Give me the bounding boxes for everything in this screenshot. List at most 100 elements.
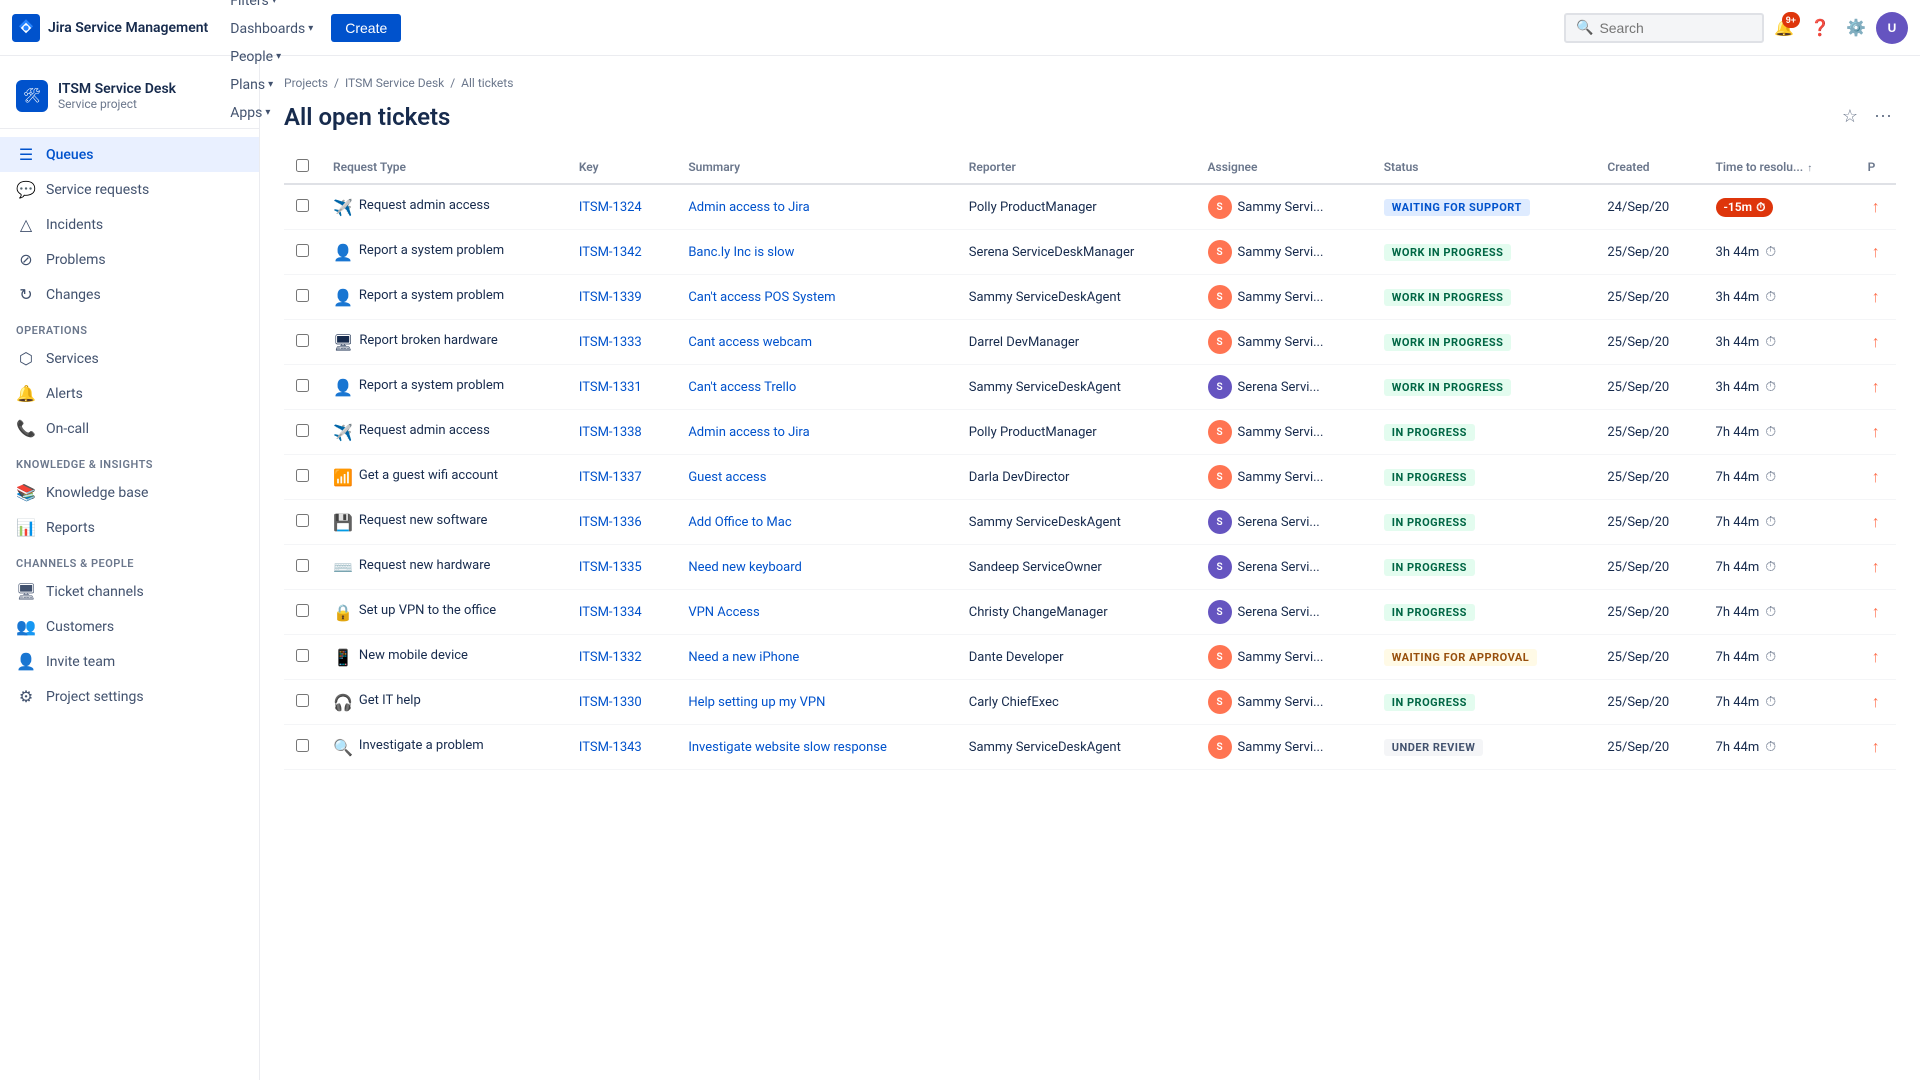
- table-row[interactable]: 🔍Investigate a problemITSM-1343Investiga…: [284, 725, 1896, 770]
- topnav-link-plans[interactable]: Plans▾: [220, 71, 323, 99]
- ticket-summary[interactable]: Can't access Trello: [688, 380, 796, 395]
- create-button[interactable]: Create: [331, 14, 401, 42]
- star-button[interactable]: ☆: [1838, 102, 1862, 131]
- user-avatar[interactable]: U: [1876, 12, 1908, 44]
- ticket-summary[interactable]: Guest access: [688, 470, 766, 485]
- row-checkbox[interactable]: [296, 379, 309, 392]
- row-checkbox[interactable]: [296, 604, 309, 617]
- row-checkbox[interactable]: [296, 289, 309, 302]
- request-type-icon: 💾: [333, 513, 353, 532]
- app-logo[interactable]: Jira Service Management: [12, 14, 208, 42]
- priority-cell: ↑: [1856, 635, 1896, 680]
- table-row[interactable]: 🖥Report broken hardwareITSM-1333Cant acc…: [284, 320, 1896, 365]
- sidebar-item-changes[interactable]: ↻Changes: [0, 277, 259, 312]
- sidebar-item-problems[interactable]: ⊘Problems: [0, 242, 259, 277]
- priority-high-icon: ↑: [1872, 377, 1880, 396]
- ticket-summary[interactable]: Admin access to Jira: [688, 200, 809, 215]
- row-checkbox[interactable]: [296, 199, 309, 212]
- priority-high-icon: ↑: [1872, 737, 1880, 756]
- ticket-key[interactable]: ITSM-1343: [579, 740, 642, 755]
- assignee-cell: SSammy Servi...: [1196, 275, 1372, 320]
- table-col-time-to-resolu-[interactable]: Time to resolu...↑: [1704, 151, 1856, 184]
- topnav-link-filters[interactable]: Filters▾: [220, 0, 323, 15]
- table-row[interactable]: 🔒Set up VPN to the officeITSM-1334VPN Ac…: [284, 590, 1896, 635]
- ticket-key[interactable]: ITSM-1335: [579, 560, 642, 575]
- breadcrumb-link[interactable]: ITSM Service Desk: [345, 76, 444, 90]
- ticket-summary[interactable]: Need a new iPhone: [688, 650, 799, 665]
- topnav-links: Your workProjects▾Filters▾Dashboards▾Peo…: [220, 0, 323, 127]
- row-checkbox[interactable]: [296, 559, 309, 572]
- sidebar-item-queues[interactable]: ☰Queues: [0, 137, 259, 172]
- assignee-cell: SSammy Servi...: [1196, 320, 1372, 365]
- sidebar-item-incidents[interactable]: △Incidents: [0, 207, 259, 242]
- ticket-summary[interactable]: Help setting up my VPN: [688, 695, 825, 710]
- chevron-down-icon: ▾: [308, 23, 313, 34]
- row-checkbox[interactable]: [296, 514, 309, 527]
- row-checkbox[interactable]: [296, 694, 309, 707]
- sidebar-item-services[interactable]: ⬡Services: [0, 341, 259, 376]
- sidebar-item-on-call[interactable]: 📞On-call: [0, 411, 259, 446]
- ticket-summary[interactable]: Admin access to Jira: [688, 425, 809, 440]
- sidebar-item-knowledge-base[interactable]: 📚Knowledge base: [0, 475, 259, 510]
- table-row[interactable]: ✈️Request admin accessITSM-1338Admin acc…: [284, 410, 1896, 455]
- more-options-button[interactable]: ⋯: [1870, 102, 1896, 131]
- sidebar-item-customers[interactable]: 👥Customers: [0, 609, 259, 644]
- table-row[interactable]: ✈️Request admin accessITSM-1324Admin acc…: [284, 184, 1896, 230]
- sidebar-item-service-requests[interactable]: 💬Service requests: [0, 172, 259, 207]
- request-type-icon: ✈️: [333, 198, 353, 217]
- row-checkbox[interactable]: [296, 244, 309, 257]
- select-all-checkbox[interactable]: [296, 159, 309, 172]
- ticket-summary[interactable]: Can't access POS System: [688, 290, 835, 305]
- sidebar-item-reports[interactable]: 📊Reports: [0, 510, 259, 545]
- ticket-key[interactable]: ITSM-1334: [579, 605, 642, 620]
- table-row[interactable]: 📶Get a guest wifi accountITSM-1337Guest …: [284, 455, 1896, 500]
- search-input[interactable]: [1599, 20, 1752, 36]
- clock-icon: ⏱: [1765, 739, 1776, 755]
- ticket-summary[interactable]: Cant access webcam: [688, 335, 812, 350]
- topnav-link-dashboards[interactable]: Dashboards▾: [220, 15, 323, 43]
- notifications-button[interactable]: 🔔 9+: [1768, 12, 1800, 44]
- ticket-key[interactable]: ITSM-1331: [579, 380, 642, 395]
- table-row[interactable]: 👤Report a system problemITSM-1342Banc.ly…: [284, 230, 1896, 275]
- table-row[interactable]: 🎧Get IT helpITSM-1330Help setting up my …: [284, 680, 1896, 725]
- search-box[interactable]: 🔍: [1564, 13, 1764, 43]
- status-cell: IN PROGRESS: [1372, 500, 1596, 545]
- table-row[interactable]: 👤Report a system problemITSM-1339Can't a…: [284, 275, 1896, 320]
- ticket-summary[interactable]: Add Office to Mac: [688, 515, 791, 530]
- row-checkbox[interactable]: [296, 469, 309, 482]
- settings-button[interactable]: ⚙️: [1840, 12, 1872, 44]
- sidebar-item-alerts[interactable]: 🔔Alerts: [0, 376, 259, 411]
- ticket-summary[interactable]: Banc.ly Inc is slow: [688, 245, 794, 260]
- table-row[interactable]: 📱New mobile deviceITSM-1332Need a new iP…: [284, 635, 1896, 680]
- table-row[interactable]: ⌨️Request new hardwareITSM-1335Need new …: [284, 545, 1896, 590]
- help-button[interactable]: ❓: [1804, 12, 1836, 44]
- sidebar-section-knowledge-&-insights: KNOWLEDGE & INSIGHTS: [0, 446, 259, 475]
- topnav-link-apps[interactable]: Apps▾: [220, 99, 323, 127]
- ticket-key[interactable]: ITSM-1342: [579, 245, 642, 260]
- ticket-summary[interactable]: Investigate website slow response: [688, 740, 887, 755]
- table-row[interactable]: 👤Report a system problemITSM-1331Can't a…: [284, 365, 1896, 410]
- reporter-cell: Carly ChiefExec: [957, 680, 1196, 725]
- row-checkbox[interactable]: [296, 334, 309, 347]
- row-checkbox[interactable]: [296, 649, 309, 662]
- ticket-key[interactable]: ITSM-1333: [579, 335, 642, 350]
- topnav-link-people[interactable]: People▾: [220, 43, 323, 71]
- reporter-cell: Dante Developer: [957, 635, 1196, 680]
- ticket-key[interactable]: ITSM-1337: [579, 470, 642, 485]
- sidebar-item-invite-team[interactable]: 👤Invite team: [0, 644, 259, 679]
- ticket-key[interactable]: ITSM-1324: [579, 200, 642, 215]
- ticket-key[interactable]: ITSM-1339: [579, 290, 642, 305]
- ticket-summary[interactable]: VPN Access: [688, 605, 759, 620]
- row-checkbox[interactable]: [296, 739, 309, 752]
- ticket-key[interactable]: ITSM-1332: [579, 650, 642, 665]
- ticket-key[interactable]: ITSM-1338: [579, 425, 642, 440]
- status-badge: IN PROGRESS: [1384, 559, 1475, 576]
- row-checkbox[interactable]: [296, 424, 309, 437]
- sidebar-item-ticket-channels[interactable]: 🖥Ticket channels: [0, 574, 259, 609]
- sidebar-item-project-settings[interactable]: ⚙Project settings: [0, 679, 259, 714]
- table-row[interactable]: 💾Request new softwareITSM-1336Add Office…: [284, 500, 1896, 545]
- ticket-summary[interactable]: Need new keyboard: [688, 560, 802, 575]
- ticket-key[interactable]: ITSM-1330: [579, 695, 642, 710]
- ticket-key[interactable]: ITSM-1336: [579, 515, 642, 530]
- assignee-cell: SSammy Servi...: [1196, 184, 1372, 230]
